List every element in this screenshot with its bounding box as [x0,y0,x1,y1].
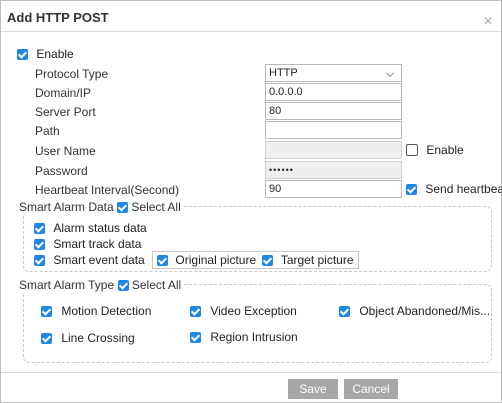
server-port-label: Server Port [35,105,96,119]
auth-enable-label: Enable [426,143,464,157]
auth-enable-checkbox[interactable] [406,144,418,156]
object-abandoned-label: Object Abandoned/Mis... [359,304,491,318]
enable-checkbox-row[interactable]: Enable [17,47,74,61]
target-picture-label: Target picture [280,253,354,267]
line-crossing-label: Line Crossing [61,331,135,345]
object-abandoned-checkbox[interactable] [339,306,350,317]
user-name-input[interactable] [265,141,402,159]
domain-ip-input[interactable]: 0.0.0.0 [265,83,402,101]
line-crossing-row[interactable]: Line Crossing [41,331,135,345]
domain-ip-label: Domain/IP [35,86,92,100]
save-button[interactable]: Save [288,379,338,399]
original-picture-label: Original picture [175,253,257,267]
smart-track-data-checkbox[interactable] [34,239,45,250]
send-heartbeat-checkbox[interactable] [406,184,417,195]
footer-divider [1,372,501,373]
dialog-title: Add HTTP POST [7,10,109,25]
auth-enable-checkbox-row[interactable]: Enable [406,143,464,157]
motion-detection-row[interactable]: Motion Detection [41,304,151,318]
original-picture-checkbox[interactable] [157,255,169,266]
enable-label: Enable [36,47,74,61]
smart-alarm-type-legend: Smart Alarm Type Select All [17,278,184,292]
smart-event-data-label: Smart event data [53,253,145,267]
dialog-titlebar: Add HTTP POST ✕ [1,1,501,32]
smart-alarm-data-select-all-label: Select All [131,200,181,214]
line-crossing-checkbox[interactable] [41,333,52,344]
alarm-status-data-row[interactable]: Alarm status data [34,221,147,235]
user-name-label: User Name [35,144,96,158]
smart-alarm-type-group [23,284,492,363]
protocol-type-select[interactable]: HTTP [265,64,402,82]
region-intrusion-label: Region Intrusion [210,330,298,344]
smart-alarm-data-select-all-checkbox[interactable] [117,202,129,213]
target-picture-checkbox[interactable] [262,255,274,266]
video-exception-checkbox[interactable] [190,306,201,317]
send-heartbeat-checkbox-row[interactable]: Send heartbeat [406,182,502,196]
smart-track-data-row[interactable]: Smart track data [34,237,141,251]
path-label: Path [35,124,60,138]
send-heartbeat-label: Send heartbeat [425,182,502,196]
region-intrusion-row[interactable]: Region Intrusion [190,330,298,344]
enable-checkbox[interactable] [17,49,28,60]
video-exception-label: Video Exception [210,304,297,318]
add-http-post-dialog: Add HTTP POST ✕ Enable Protocol Type Dom… [0,0,502,403]
password-label: Password [35,164,88,178]
close-icon[interactable]: ✕ [483,15,493,27]
chevron-down-icon [385,68,395,78]
password-input[interactable]: •••••• [265,161,402,179]
server-port-input[interactable]: 80 [265,102,402,120]
object-abandoned-row[interactable]: Object Abandoned/Mis... [339,304,490,318]
smart-event-data-checkbox[interactable] [34,255,45,266]
alarm-status-data-checkbox[interactable] [34,223,45,234]
smart-alarm-data-legend: Smart Alarm Data Select All [17,200,183,214]
video-exception-row[interactable]: Video Exception [190,304,297,318]
smart-event-data-row[interactable]: Smart event data Original picture Target… [34,251,359,269]
smart-alarm-data-title: Smart Alarm Data [19,200,114,214]
smart-alarm-type-select-all-label: Select All [131,278,182,292]
path-input[interactable] [265,121,402,139]
protocol-type-label: Protocol Type [35,67,109,81]
heartbeat-interval-input[interactable]: 90 [265,180,402,198]
smart-event-options: Original picture Target picture [152,251,359,269]
smart-track-data-label: Smart track data [53,237,142,251]
heartbeat-interval-label: Heartbeat Interval(Second) [35,183,180,197]
motion-detection-label: Motion Detection [61,304,152,318]
region-intrusion-checkbox[interactable] [190,332,201,343]
smart-alarm-type-title: Smart Alarm Type [19,278,115,292]
protocol-type-value: HTTP [269,67,298,79]
alarm-status-data-label: Alarm status data [53,221,147,235]
cancel-button[interactable]: Cancel [344,379,398,399]
smart-alarm-type-select-all-checkbox[interactable] [117,280,129,291]
motion-detection-checkbox[interactable] [41,306,52,317]
